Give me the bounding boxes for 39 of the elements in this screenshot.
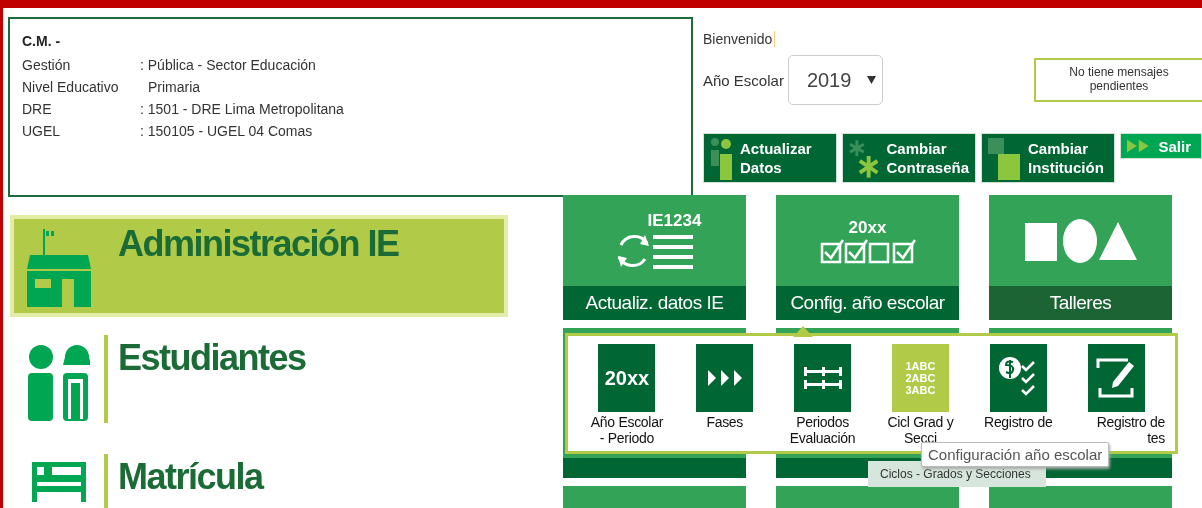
submenu-item[interactable]: Fases (675, 344, 774, 451)
submenu-label: Registro de (984, 414, 1053, 430)
tile-caption: IE1234 (647, 210, 702, 231)
field-label: DRE (22, 101, 53, 117)
field-value: : 1501 - DRE Lima Metropolitana (140, 101, 345, 117)
icon-caption: 20xx (604, 367, 650, 389)
menu-item[interactable]: Administración IE (10, 215, 508, 317)
messages-notice: No tiene mensajes pendientes (1034, 58, 1202, 102)
module-tile[interactable]: Talleres (989, 195, 1172, 320)
field-label: Gestión (22, 57, 72, 73)
field-value: : Pública - Sector Educación (140, 57, 317, 73)
action-button[interactable]: Cambiar Institución (981, 133, 1115, 183)
field-value: Primaria (147, 79, 202, 95)
action-button[interactable]: Cambiar Contraseña (842, 133, 976, 183)
module-tile[interactable]: IE1234 Actualiz. datos IE (563, 195, 746, 320)
module-tile[interactable]: 20xx Config. año escolar (776, 195, 959, 320)
year-select[interactable]: 2019 (787, 55, 883, 105)
submenu-label: Periodos Evaluación (789, 414, 856, 446)
submenu-item[interactable]: Periodos Evaluación (773, 344, 872, 451)
submenu-label: Año Escolar - Periodo (590, 414, 663, 446)
icon-caption: 1ABC (905, 360, 936, 372)
field-value: : 150105 - UGEL 04 Comas (140, 123, 314, 139)
welcome-text: Bienvenido (703, 31, 776, 47)
submenu-item[interactable]: 20xx Año Escolar - Periodo (578, 344, 676, 451)
tile-label: Config. año escolar (776, 286, 959, 320)
field-label: Nivel Educativo (22, 79, 120, 95)
tile-label: Actualiz. datos IE (563, 286, 746, 320)
institution-title: C.M. - (22, 33, 62, 49)
icon-caption: 3ABC (905, 384, 936, 396)
menu-item[interactable]: Estudiantes (10, 329, 498, 440)
field-label: UGEL (22, 123, 62, 139)
year-label: Año Escolar (703, 71, 784, 89)
icon-caption: 2ABC (905, 372, 936, 384)
menu-item[interactable]: Matrícula (10, 448, 498, 508)
tile-label: Talleres (989, 286, 1172, 320)
submenu-label: Fases (706, 414, 744, 430)
tile-caption: 20xx (848, 217, 887, 238)
tooltip: Configuración año escolar (921, 442, 1110, 467)
action-button[interactable]: Actualizar Datos (703, 133, 837, 183)
